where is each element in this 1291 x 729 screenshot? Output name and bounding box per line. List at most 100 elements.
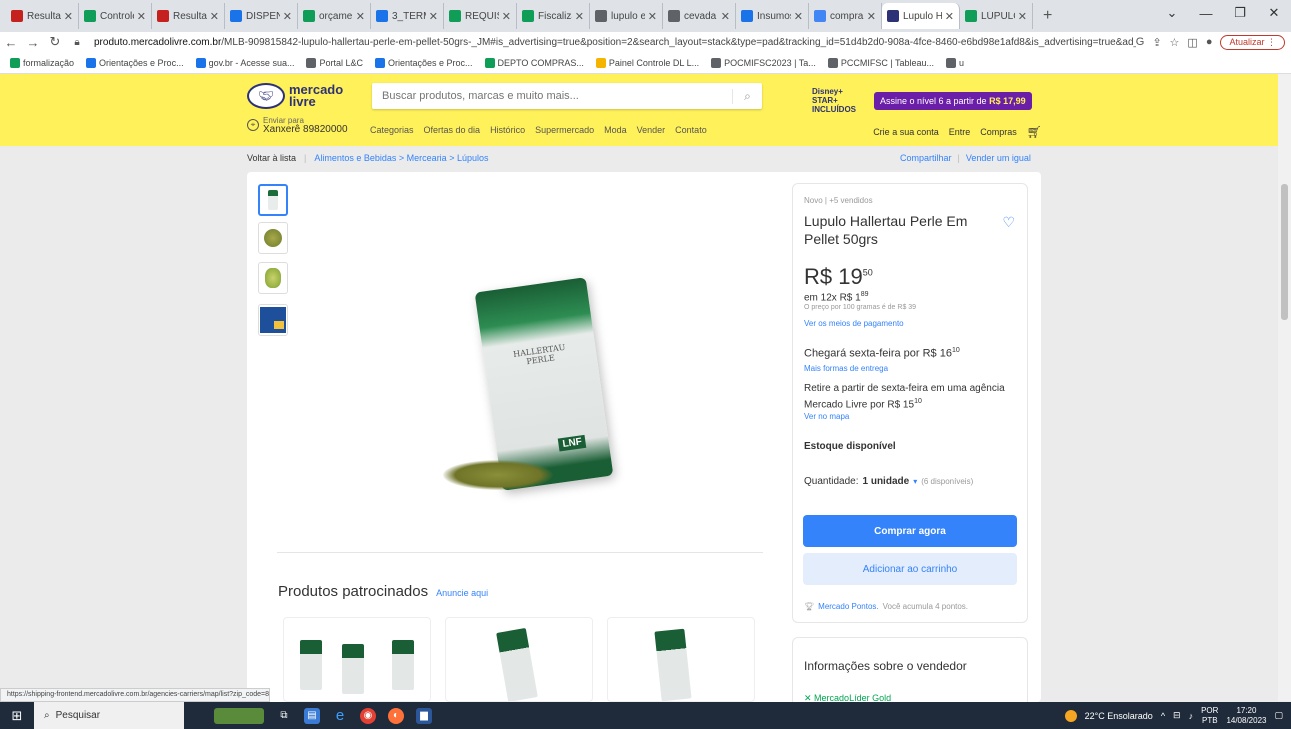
delivery-location[interactable]: ⌖ Enviar para Xanxerê 89820000: [247, 116, 348, 135]
thumbnail-2[interactable]: [258, 222, 288, 254]
minimize-button[interactable]: —: [1189, 6, 1223, 21]
browser-tab[interactable]: LÚPULO✕: [960, 3, 1033, 29]
payment-methods-link[interactable]: Ver os meios de pagamento: [804, 319, 904, 328]
tray-arrow-icon[interactable]: ^: [1161, 711, 1165, 721]
bookmark-item[interactable]: Orientações e Proc...: [374, 57, 473, 68]
tab-close-icon[interactable]: ✕: [356, 10, 365, 23]
close-window-button[interactable]: ✕: [1257, 5, 1291, 21]
nav-link[interactable]: Ofertas do dia: [424, 125, 481, 135]
reload-icon[interactable]: ↻: [44, 34, 66, 50]
quantity-selector[interactable]: Quantidade: 1 unidade ▾ (6 disponíveis): [804, 476, 973, 487]
advertise-link[interactable]: Anuncie aqui: [436, 588, 488, 598]
profile-avatar[interactable]: ●: [1206, 36, 1213, 48]
tab-close-icon[interactable]: ✕: [64, 10, 73, 23]
google-lens-icon[interactable]: G: [1136, 36, 1145, 48]
tab-close-icon[interactable]: ✕: [721, 10, 730, 23]
tab-search-icon[interactable]: ⌄: [1155, 5, 1189, 21]
firefox-icon[interactable]: ◐: [388, 707, 404, 724]
tab-close-icon[interactable]: ✕: [1018, 10, 1027, 23]
nav-link[interactable]: Categorias: [370, 125, 414, 135]
sponsored-card-3[interactable]: [607, 617, 755, 702]
add-to-cart-button[interactable]: Adicionar ao carrinho: [803, 553, 1017, 585]
shipping-options-link[interactable]: Mais formas de entrega: [804, 364, 888, 373]
page-scrollbar[interactable]: [1278, 74, 1291, 701]
task-view-icon[interactable]: ⧉: [276, 708, 292, 724]
product-image[interactable]: HALLERTAU PERLE LNF: [440, 224, 614, 491]
browser-tab[interactable]: 3_TERMO✕: [371, 3, 444, 29]
notifications-icon[interactable]: ▢: [1274, 710, 1283, 721]
new-tab-button[interactable]: +: [1033, 7, 1062, 25]
browser-tab[interactable]: Controle✕: [79, 3, 152, 29]
network-icon[interactable]: ⊟: [1173, 710, 1181, 721]
browser-tab[interactable]: Fiscalização✕: [517, 3, 590, 29]
sponsored-card-1[interactable]: [283, 617, 431, 702]
tab-close-icon[interactable]: ✕: [575, 10, 584, 23]
tab-close-icon[interactable]: ✕: [137, 10, 146, 23]
nav-link[interactable]: Moda: [604, 125, 627, 135]
create-account-link[interactable]: Crie a sua conta: [873, 127, 939, 137]
volume-icon[interactable]: ♪: [1189, 711, 1194, 721]
sell-similar-link[interactable]: Vender um igual: [966, 153, 1031, 163]
maximize-button[interactable]: ❐: [1223, 5, 1257, 21]
tab-close-icon[interactable]: ✕: [210, 10, 219, 23]
file-explorer-icon[interactable]: ▤: [304, 707, 320, 724]
promo-button[interactable]: Assine o nível 6 a partir de R$ 17,99: [874, 91, 1032, 110]
thumbnail-1[interactable]: [258, 184, 288, 216]
category-path-link[interactable]: Alimentos e Bebidas > Mercearia > Lúpulo…: [314, 153, 488, 163]
tab-close-icon[interactable]: ✕: [502, 10, 511, 23]
bookmark-item[interactable]: formalização: [10, 57, 74, 68]
clock[interactable]: 17:20 14/08/2023: [1226, 706, 1266, 726]
browser-tab[interactable]: lupulo em✕: [590, 3, 663, 29]
view-map-link[interactable]: Ver no mapa: [804, 412, 849, 421]
favorite-heart-icon[interactable]: ♡: [1002, 214, 1015, 231]
browser-tab[interactable]: cevada tr✕: [663, 3, 736, 29]
bookmark-item[interactable]: Portal L&C: [306, 57, 363, 68]
forward-icon[interactable]: →: [22, 35, 44, 50]
url-field[interactable]: produto.mercadolivre.com.br/MLB-90981584…: [88, 37, 1136, 48]
nav-link[interactable]: Vender: [637, 125, 666, 135]
sponsored-card-2[interactable]: [445, 617, 593, 702]
cart-icon[interactable]: 🛒︎: [1027, 125, 1042, 139]
sidebar-icon[interactable]: ◫: [1187, 36, 1197, 49]
bookmark-item[interactable]: Orientações e Proc...: [86, 57, 184, 68]
tab-close-icon[interactable]: ✕: [945, 10, 954, 23]
search-icon[interactable]: ⌕: [732, 88, 762, 104]
bookmark-star-icon[interactable]: ☆: [1170, 36, 1180, 49]
tab-close-icon[interactable]: ✕: [867, 10, 876, 23]
browser-tab[interactable]: DISPENSA✕: [225, 3, 298, 29]
tab-close-icon[interactable]: ✕: [283, 10, 292, 23]
bookmark-item[interactable]: POCMIFSC2023 | Ta...: [711, 57, 816, 68]
update-button[interactable]: Atualizar ⋮: [1220, 34, 1285, 50]
nav-link[interactable]: Supermercado: [535, 125, 594, 135]
share-link[interactable]: Compartilhar: [900, 153, 952, 163]
chrome-icon[interactable]: ◉: [360, 707, 376, 724]
nav-link[interactable]: Histórico: [490, 125, 525, 135]
tab-close-icon[interactable]: ✕: [429, 10, 438, 23]
browser-tab[interactable]: Resultado✕: [152, 3, 225, 29]
browser-tab[interactable]: Insumos✕: [736, 3, 809, 29]
browser-tab[interactable]: orçamento✕: [298, 3, 371, 29]
points-link[interactable]: Mercado Pontos.: [818, 602, 878, 611]
language-indicator[interactable]: POR PTB: [1201, 706, 1218, 726]
browser-tab[interactable]: Resultado✕: [6, 3, 79, 29]
tab-close-icon[interactable]: ✕: [648, 10, 657, 23]
share-icon[interactable]: ⇪: [1152, 36, 1161, 49]
thumbnail-3[interactable]: [258, 262, 288, 294]
lock-icon[interactable]: 🔒︎: [66, 37, 88, 48]
scrollbar-thumb[interactable]: [1281, 184, 1288, 320]
windows-start-icon[interactable]: ⊞: [0, 708, 34, 724]
purchases-link[interactable]: Compras: [980, 127, 1017, 137]
login-link[interactable]: Entre: [949, 127, 971, 137]
promo-banner[interactable]: Disney+ STAR+ INCLUÍDOS Assine o nível 6…: [812, 87, 1032, 114]
browser-tab[interactable]: comprar ✕: [809, 3, 882, 29]
bookmark-item[interactable]: u: [946, 57, 964, 68]
bookmark-item[interactable]: gov.br - Acesse sua...: [195, 57, 294, 68]
bookmark-item[interactable]: Painel Controle DL L...: [595, 57, 699, 68]
edge-icon[interactable]: e: [332, 707, 348, 724]
back-icon[interactable]: ←: [0, 35, 22, 50]
tab-close-icon[interactable]: ✕: [794, 10, 803, 23]
mercado-livre-logo[interactable]: 🤝︎ mercado livre: [247, 83, 343, 109]
browser-tab[interactable]: Lupulo H ✕: [882, 3, 960, 29]
taskbar-search[interactable]: ⌕ Pesquisar: [34, 702, 184, 729]
browser-tab[interactable]: REQUISIÇÃO✕: [444, 3, 517, 29]
